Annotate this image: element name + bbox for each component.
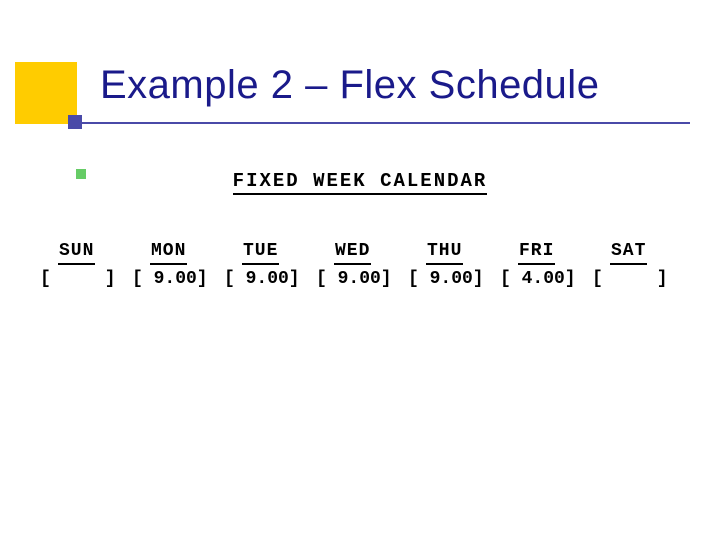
day-cell: [ ] bbox=[592, 267, 668, 291]
day-cell: [ 9.00] bbox=[224, 267, 300, 291]
day-cell: [ 9.00] bbox=[132, 267, 208, 291]
day-cell: [ ] bbox=[40, 267, 116, 291]
day-label: THU bbox=[426, 239, 463, 265]
day-cell: [ 9.00] bbox=[408, 267, 484, 291]
day-label: SUN bbox=[58, 239, 95, 265]
week-row: SUN [ ] MON [ 9.00] TUE [ 9.00] WED [ 9.… bbox=[40, 239, 680, 292]
day-cell: [ 4.00] bbox=[500, 267, 576, 291]
day-col-sat: SAT [ ] bbox=[592, 239, 680, 292]
day-cell: [ 9.00] bbox=[316, 267, 392, 291]
day-col-thu: THU [ 9.00] bbox=[408, 239, 496, 292]
title-divider bbox=[80, 122, 690, 124]
slide-title: Example 2 – Flex Schedule bbox=[100, 63, 599, 108]
day-col-fri: FRI [ 4.00] bbox=[500, 239, 588, 292]
day-col-tue: TUE [ 9.00] bbox=[224, 239, 312, 292]
day-label: FRI bbox=[518, 239, 555, 265]
day-label: TUE bbox=[242, 239, 279, 265]
slide-body: FIXED WEEK CALENDAR SUN [ ] MON [ 9.00] … bbox=[40, 160, 680, 292]
day-label: MON bbox=[150, 239, 187, 265]
slide: Example 2 – Flex Schedule FIXED WEEK CAL… bbox=[0, 0, 720, 540]
day-label: SAT bbox=[610, 239, 647, 265]
day-label: WED bbox=[334, 239, 371, 265]
calendar-heading: FIXED WEEK CALENDAR bbox=[233, 170, 488, 195]
day-col-wed: WED [ 9.00] bbox=[316, 239, 404, 292]
day-col-mon: MON [ 9.00] bbox=[132, 239, 220, 292]
day-col-sun: SUN [ ] bbox=[40, 239, 128, 292]
